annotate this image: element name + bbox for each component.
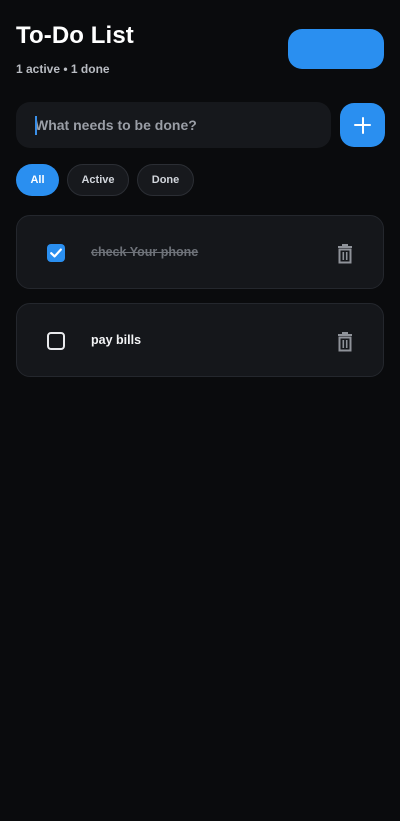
- task-checkbox[interactable]: [47, 244, 65, 262]
- new-task-field[interactable]: [16, 102, 331, 148]
- filter-done[interactable]: Done: [137, 164, 194, 196]
- trash-icon: [338, 332, 352, 352]
- task-summary: 1 active • 1 done: [16, 62, 110, 76]
- filter-all[interactable]: All: [16, 164, 59, 196]
- task-title: check Your phone: [91, 245, 199, 259]
- new-task-input[interactable]: [35, 102, 320, 148]
- task-checkbox[interactable]: [47, 332, 65, 350]
- text-caret: [35, 116, 37, 135]
- filter-active-label: Active: [81, 174, 115, 186]
- task-card: check Your phone: [16, 215, 384, 289]
- delete-task-button[interactable]: [336, 332, 354, 352]
- add-task-button[interactable]: [340, 103, 385, 147]
- page-title: To-Do List: [16, 22, 134, 49]
- filter-done-label: Done: [151, 174, 180, 186]
- task-card: pay bills: [16, 303, 384, 377]
- filter-all-label: All: [30, 174, 45, 186]
- delete-task-button[interactable]: [336, 244, 354, 264]
- filter-active[interactable]: Active: [67, 164, 129, 196]
- trash-icon: [338, 244, 352, 264]
- task-title: pay bills: [91, 333, 142, 347]
- header-action-button[interactable]: [288, 29, 384, 69]
- todo-screen: To-Do List 1 active • 1 done All Active …: [0, 0, 400, 821]
- checkbox-checked-icon: [50, 248, 62, 258]
